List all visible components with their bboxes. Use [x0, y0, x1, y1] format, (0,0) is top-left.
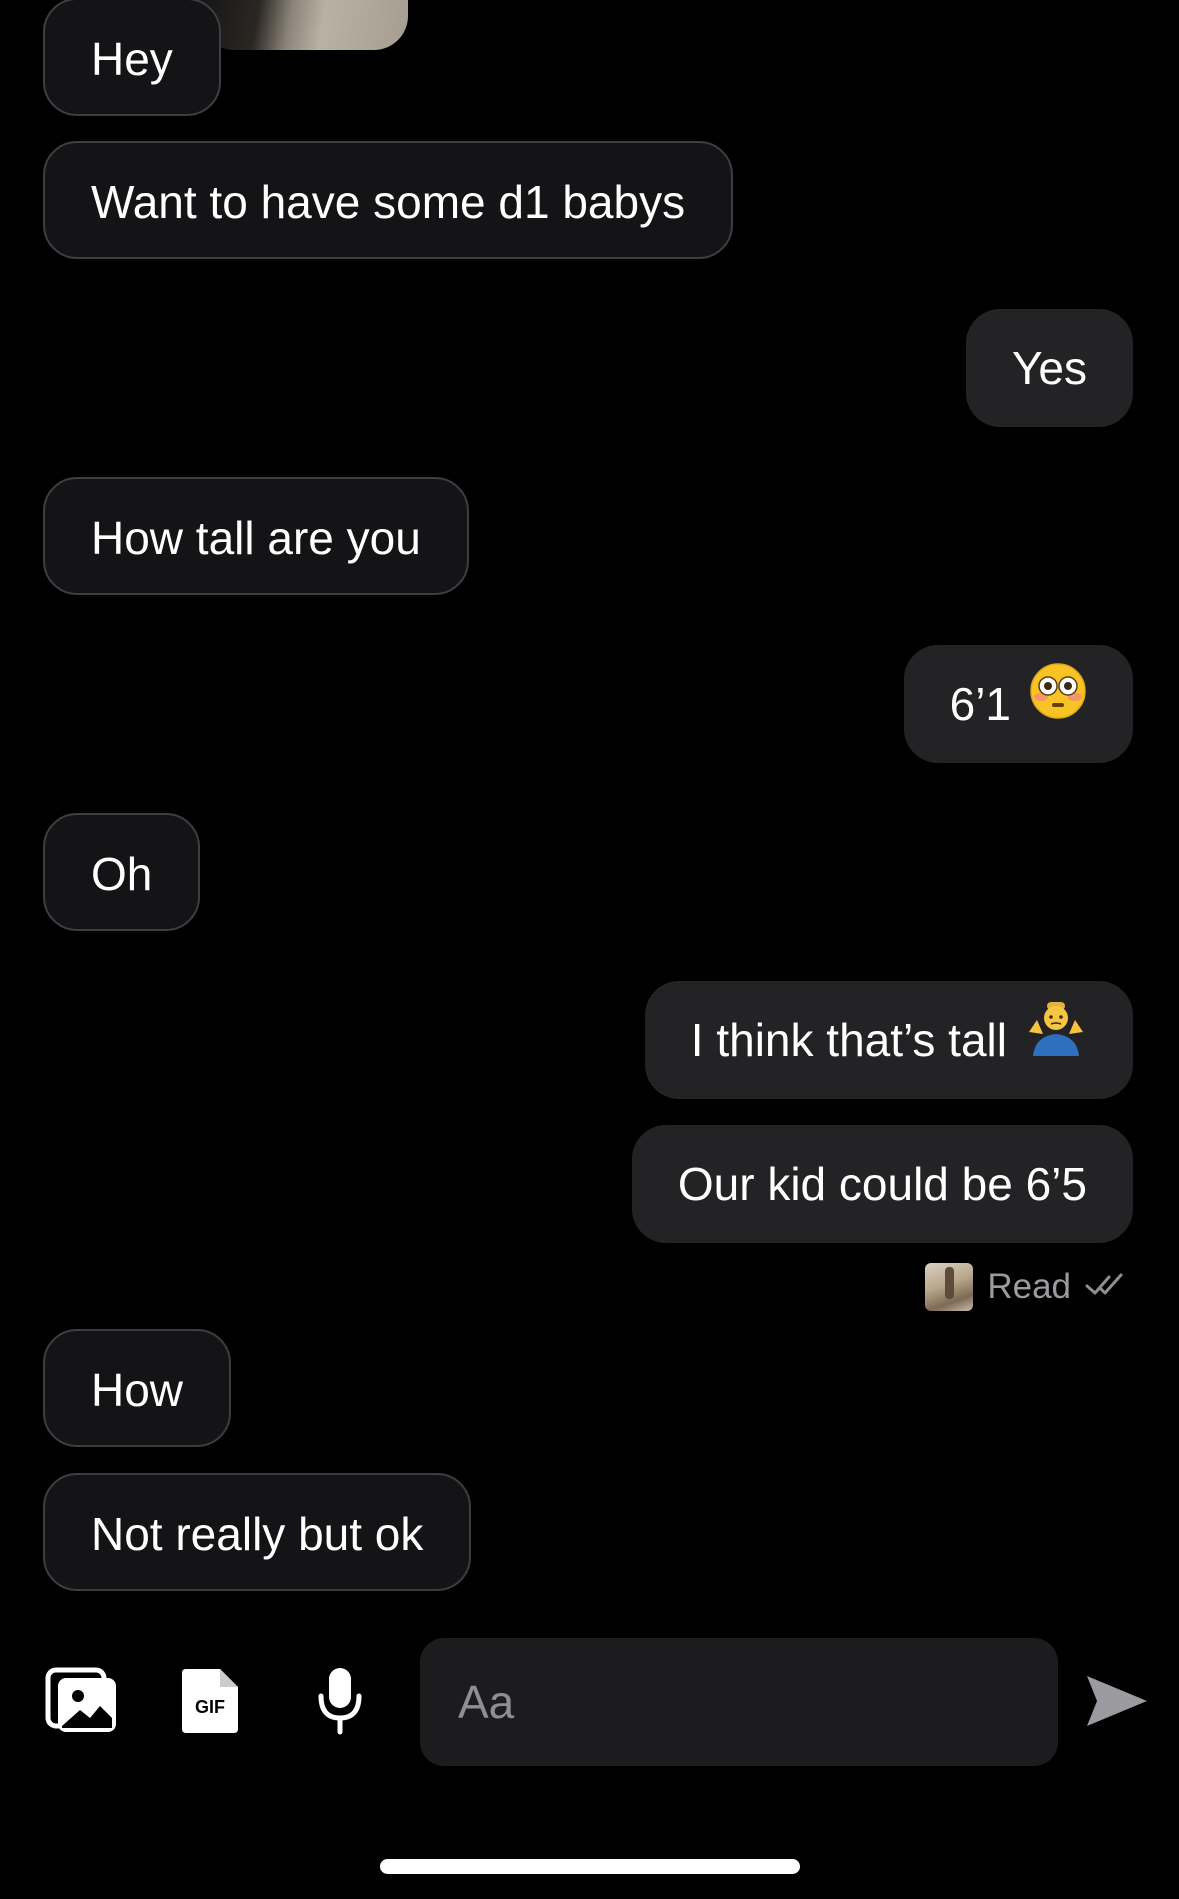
home-indicator[interactable] — [380, 1859, 800, 1874]
message-input[interactable]: Aa — [420, 1638, 1058, 1766]
message-text: Oh — [91, 848, 153, 900]
read-label: Read — [987, 1267, 1071, 1306]
read-receipt: Read — [925, 1262, 1127, 1312]
message-text: I think that’s tall — [690, 1014, 1007, 1066]
message-text: How tall are you — [91, 512, 421, 564]
message-bubble-incoming[interactable]: How — [43, 1329, 232, 1447]
message-text: 6’1 — [949, 678, 1011, 730]
message-bubble-incoming[interactable]: Want to have some d1 babys — [43, 141, 734, 259]
flushed-face-emoji — [1029, 645, 1087, 763]
composer-bar: GIF Aa — [0, 1636, 1179, 1766]
message-bubble-incoming[interactable]: How tall are you — [43, 477, 469, 595]
message-bubble-outgoing[interactable]: Our kid could be 6’5 — [631, 1125, 1133, 1243]
gif-icon[interactable]: GIF — [178, 1636, 242, 1766]
message-bubble-incoming[interactable]: Hey — [43, 0, 221, 116]
microphone-icon[interactable] — [310, 1636, 370, 1766]
message-text: Yes — [1011, 342, 1087, 394]
send-icon[interactable] — [1082, 1636, 1152, 1766]
message-text: Want to have some d1 babys — [91, 176, 686, 228]
input-placeholder: Aa — [458, 1676, 515, 1728]
message-text: How — [91, 1364, 184, 1416]
person-shrugging-emoji — [1025, 981, 1087, 1099]
message-bubble-incoming[interactable]: Oh — [43, 813, 201, 931]
message-text: Our kid could be 6’5 — [677, 1158, 1087, 1210]
message-bubble-outgoing[interactable]: 6’1 — [903, 645, 1133, 763]
photo-message-thumbnail[interactable] — [200, 0, 408, 50]
message-text: Hey — [91, 33, 173, 85]
svg-text:GIF: GIF — [195, 1697, 225, 1717]
gallery-icon[interactable] — [40, 1636, 124, 1766]
double-check-icon — [1085, 1272, 1127, 1303]
message-text: Not really but ok — [91, 1508, 424, 1560]
message-bubble-outgoing[interactable]: Yes — [965, 309, 1133, 427]
avatar — [925, 1263, 974, 1311]
message-bubble-incoming[interactable]: Not really but ok — [43, 1473, 472, 1591]
message-bubble-outgoing[interactable]: I think that’s tall — [644, 981, 1133, 1099]
